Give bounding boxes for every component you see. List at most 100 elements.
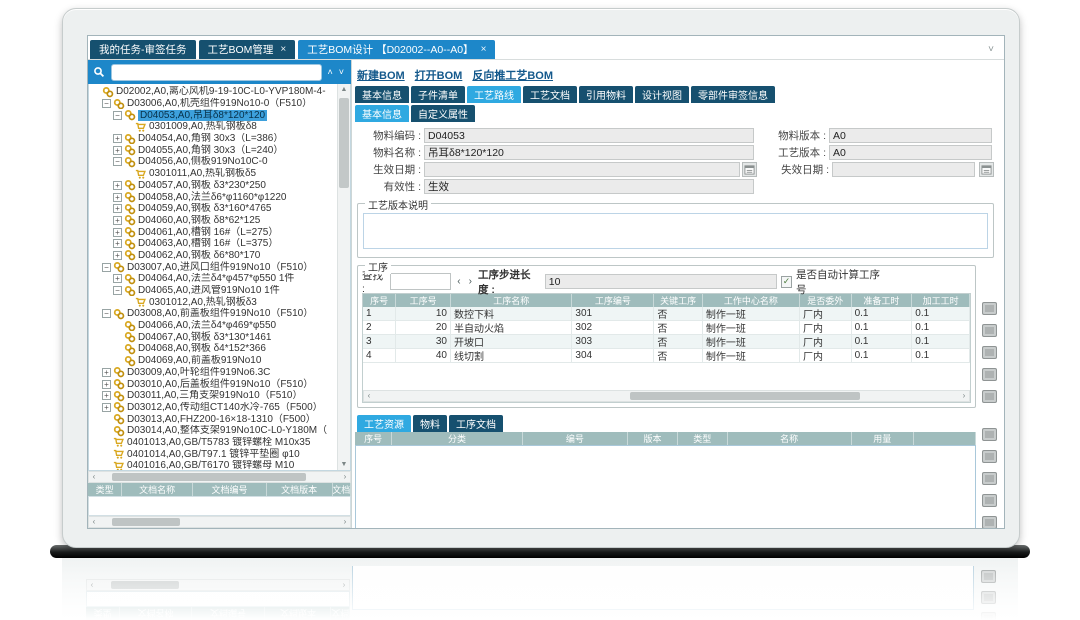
tree-item[interactable]: +D04055,A0,角钢 30x3（L=240） [91,144,337,156]
scroll-left-icon[interactable]: ‹ [89,517,99,527]
expander-icon[interactable]: + [113,216,122,225]
table-tool-button[interactable] [982,428,997,441]
tree-item[interactable]: 0301012,A0,热轧钢板δ3 [91,296,337,308]
expander-icon[interactable]: − [102,263,111,272]
expander-icon[interactable]: + [113,251,122,260]
tree-item[interactable]: −D03006,A0,机壳组件919No10-0（F510） [91,98,337,110]
search-input[interactable] [111,64,322,81]
table-tool-button[interactable] [982,324,997,337]
sub-tab[interactable]: 基本信息 [355,105,409,122]
tree-item[interactable]: +D03010,A0,后盖板组件919No10（F510） [91,378,337,390]
expander-icon[interactable]: − [102,99,111,108]
process-table-row[interactable]: 220半自动火焰302否制作一班厂内0.10.1 [363,321,970,335]
tree-item[interactable]: +D04058,A0,法兰δ6*φ1160*φ1220 [91,191,337,203]
tree-item[interactable]: D02002,A0,离心风机9-19-10C-L0-YVP180M-4- [91,86,337,98]
scroll-down-icon[interactable]: ▼ [338,459,350,470]
window-tab[interactable]: 我的任务-审签任务 [90,40,196,59]
validity-input[interactable] [424,179,754,194]
scroll-up-icon[interactable]: ▲ [338,84,350,95]
bom-action-link[interactable]: 打开BOM [415,67,463,83]
tree-item[interactable]: −D04056,A0,侧板919No10C-0 [91,156,337,168]
scroll-right-icon[interactable]: › [959,391,969,401]
tree-item[interactable]: D03013,A0,FHZ200-16×18-1310（F500） [91,413,337,425]
tree-item[interactable]: +D04063,A0,槽钢 16#（L=375） [91,238,337,250]
tree-item[interactable]: +D04057,A0,钢板 δ3*230*250 [91,180,337,192]
material-version-input[interactable] [829,128,992,143]
expander-icon[interactable]: − [113,286,122,295]
tree-item[interactable]: +D03009,A0,叶轮组件919No6.3C [91,367,337,379]
expander-icon[interactable]: − [102,309,111,318]
window-tab[interactable]: 工艺BOM设计 【D02002--A0--A0】× [298,40,495,59]
table-tool-button[interactable] [982,302,997,315]
main-tab[interactable]: 引用物料 [579,86,633,103]
expander-icon[interactable]: + [113,181,122,190]
scroll-right-icon[interactable]: › [340,517,350,527]
material-code-input[interactable] [424,128,754,143]
tree-item[interactable]: −D04065,A0,进风管919No10 1件 [91,285,337,297]
process-version-input[interactable] [829,145,992,160]
tree-item[interactable]: 0301009,A0,热轧钢板δ8 [91,121,337,133]
tree-item[interactable]: 0401016,A0,GB/T6170 镀锌螺母 M10 [91,460,337,471]
expander-icon[interactable]: + [113,134,122,143]
tree-item[interactable]: 0301011,A0,热轧钢板δ5 [91,168,337,180]
table-tool-button[interactable] [982,390,997,403]
table-tool-button[interactable] [982,368,997,381]
tree-item[interactable]: −D04053,A0,吊耳δ8*120*120 [91,109,337,121]
tree-item[interactable]: −D03007,A0,进风口组件919No10（F510） [91,261,337,273]
tabbar-collapse-chevron[interactable]: ˅ [988,44,1000,59]
tree-item[interactable]: +D04054,A0,角钢 30x3（L=386） [91,133,337,145]
tree-item[interactable]: +D03012,A0,传动组CT140水冷-765（F500） [91,402,337,414]
expander-icon[interactable]: − [113,157,122,166]
scrollbar-thumb[interactable] [339,98,349,188]
scroll-left-icon[interactable]: ‹ [364,391,374,401]
tree-item[interactable]: +D04062,A0,钢板 δ6*80*170 [91,250,337,262]
resource-tab[interactable]: 工序文档 [449,415,503,432]
close-icon[interactable]: × [481,44,487,55]
table-tool-button[interactable] [982,450,997,463]
find-input[interactable] [390,273,451,290]
tree-item[interactable]: D04068,A0,钢板 δ4*152*366 [91,343,337,355]
expander-icon[interactable]: + [113,239,122,248]
scroll-left-icon[interactable]: ‹ [89,472,99,482]
calendar-icon[interactable] [742,162,757,177]
tree-item[interactable]: 0401014,A0,GB/T97.1 镀锌平垫圈 φ10 [91,448,337,460]
expander-icon[interactable]: − [113,111,122,120]
expander-icon[interactable]: + [102,380,111,389]
tree-item[interactable]: D04069,A0,前盖板919No10 [91,355,337,367]
resource-tab[interactable]: 物料 [413,415,447,432]
main-tab[interactable]: 零部件审签信息 [691,86,775,103]
search-next-icon[interactable]: ˅ [338,68,345,77]
expander-icon[interactable]: + [113,193,122,202]
find-next-icon[interactable]: › [467,276,474,287]
bom-action-link[interactable]: 新建BOM [357,67,405,83]
tree-item[interactable]: 0401013,A0,GB/T5783 镀锌螺栓 M10x35 [91,437,337,449]
close-icon[interactable]: × [280,44,286,55]
table-tool-button[interactable] [982,516,997,528]
main-tab[interactable]: 工艺路线 [467,86,521,103]
process-horizontal-scrollbar[interactable]: ‹ › [363,390,970,402]
expander-icon[interactable]: + [113,204,122,213]
scroll-right-icon[interactable]: › [340,472,350,482]
tree-item[interactable]: +D04059,A0,钢板 δ3*160*4765 [91,203,337,215]
main-tab[interactable]: 子件清单 [411,86,465,103]
version-note-box[interactable] [363,213,988,249]
scrollbar-thumb[interactable] [112,473,305,481]
process-table-row[interactable]: 330开坡口303否制作一班厂内0.10.1 [363,335,970,349]
scrollbar-thumb[interactable] [112,518,180,526]
main-tab[interactable]: 工艺文档 [523,86,577,103]
auto-calc-checkbox[interactable]: ✓ [781,276,792,288]
tree-item[interactable]: D04066,A0,法兰δ4*φ469*φ550 [91,320,337,332]
tree-item[interactable]: +D04060,A0,钢板 δ8*62*125 [91,215,337,227]
tree-item[interactable]: D04067,A0,钢板 δ3*130*1461 [91,331,337,343]
sub-tab[interactable]: 自定义属性 [411,105,475,122]
find-prev-icon[interactable]: ‹ [455,276,462,287]
tree-item[interactable]: +D04064,A0,法兰δ4*φ457*φ550 1件 [91,273,337,285]
main-tab[interactable]: 基本信息 [355,86,409,103]
table-tool-button[interactable] [982,346,997,359]
process-table-row[interactable]: 440线切割304否制作一班厂内0.10.1 [363,349,970,363]
material-name-input[interactable] [424,145,754,160]
expander-icon[interactable]: + [113,146,122,155]
doc-horizontal-scrollbar[interactable]: ‹ › [88,516,351,528]
step-input[interactable] [545,274,777,289]
tree-item[interactable]: +D04061,A0,槽钢 16#（L=275） [91,226,337,238]
